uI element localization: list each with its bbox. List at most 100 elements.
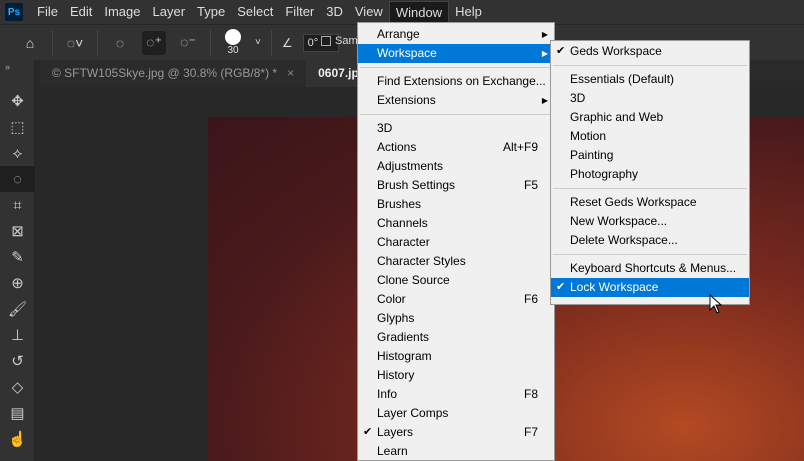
menu-filter[interactable]: Filter [279,1,320,23]
menu-item-3d[interactable]: 3D [551,89,749,108]
menu-item-label: Extensions [377,93,436,107]
crop-tool-icon[interactable]: ⌗ [0,192,35,218]
menu-item-label: Arrange [377,27,420,41]
menu-item-motion[interactable]: Motion [551,127,749,146]
menu-item-label: Delete Workspace... [570,233,678,247]
menu-item-label: Gradients [377,330,430,344]
menu-item-histogram[interactable]: Histogram [358,347,554,366]
menu-item-gradients[interactable]: Gradients [358,328,554,347]
menu-item-delete-workspace[interactable]: Delete Workspace... [551,231,749,250]
menu-item-3d[interactable]: 3D [358,119,554,138]
tab-document-1[interactable]: © SFTW105Skye.jpg @ 30.8% (RGB/8*) * × [40,60,307,87]
menu-item-find-extensions-on-exchange[interactable]: Find Extensions on Exchange... [358,72,554,91]
menu-item-workspace[interactable]: Workspace ▶ [358,44,554,63]
menu-item-glyphs[interactable]: Glyphs [358,309,554,328]
eraser-tool-icon[interactable]: ◇ [0,374,35,400]
menu-item-geds-workspace[interactable]: ✔ Geds Workspace [551,42,749,61]
menu-layer[interactable]: Layer [147,1,192,23]
menu-item-layer-comps[interactable]: Layer Comps [358,404,554,423]
gradient-tool-icon[interactable]: ▤ [0,400,35,426]
marquee-tool-icon[interactable]: ⬚ [0,114,35,140]
menu-item-label: Brush Settings [377,178,456,192]
menu-item-reset-geds-workspace[interactable]: Reset Geds Workspace [551,193,749,212]
menu-item-new-workspace[interactable]: New Workspace... [551,212,749,231]
chevron-down-icon[interactable]: ˅ [255,37,261,48]
menu-item-label: Photography [570,167,639,181]
quick-selection-tool-icon[interactable]: ◌ [0,166,35,192]
menu-3d[interactable]: 3D [320,1,349,23]
menu-file[interactable]: File [31,1,64,23]
menu-item-label: Clone Source [377,273,450,287]
menu-edit[interactable]: Edit [64,1,98,23]
menu-select[interactable]: Select [231,1,279,23]
menu-item-extensions[interactable]: Extensions ▶ [358,91,554,110]
menu-divider [553,254,747,255]
menu-item-learn[interactable]: Learn [358,442,554,461]
shortcut: F6 [523,292,538,306]
tool-preset-picker[interactable]: ◌˅ [63,31,87,55]
menu-item-color[interactable]: Color F6 [358,290,554,309]
home-icon[interactable]: ⌂ [18,31,42,55]
menu-item-actions[interactable]: Actions Alt+F9 [358,138,554,157]
healing-brush-tool-icon[interactable]: ⊕ [0,270,35,296]
divider [52,29,53,56]
menu-item-character[interactable]: Character [358,233,554,252]
checkmark-icon: ✔ [363,426,373,438]
tools-panel: » ✥ ⬚ ⟡ ◌ ⌗ ⊠ ✎ ⊕ 🖌 ⊥ ↺ ◇ ▤ ☝ [0,60,35,461]
menu-item-graphic-and-web[interactable]: Graphic and Web [551,108,749,127]
tab-label: © SFTW105Skye.jpg @ 30.8% (RGB/8*) * [52,66,278,80]
clone-stamp-tool-icon[interactable]: ⊥ [0,322,35,348]
menu-item-history[interactable]: History [358,366,554,385]
menu-item-label: 3D [570,91,586,105]
menu-type[interactable]: Type [191,1,231,23]
menu-item-label: Layers [377,425,414,439]
lasso-tool-icon[interactable]: ⟡ [0,140,35,166]
eyedropper-tool-icon[interactable]: ✎ [0,244,35,270]
menu-item-arrange[interactable]: Arrange ▶ [358,25,554,44]
frame-tool-icon[interactable]: ⊠ [0,218,35,244]
menu-item-clone-source[interactable]: Clone Source [358,271,554,290]
menu-item-keyboard-shortcuts-menus[interactable]: Keyboard Shortcuts & Menus... [551,259,749,278]
menu-item-adjustments[interactable]: Adjustments [358,157,554,176]
brush-tool-icon[interactable]: 🖌 [0,296,35,322]
close-icon[interactable]: × [287,66,294,80]
menu-item-brush-settings[interactable]: Brush Settings F5 [358,176,554,195]
menu-image[interactable]: Image [98,1,146,23]
menu-item-channels[interactable]: Channels [358,214,554,233]
sample-label: Sam [335,35,358,47]
sample-all-layers-checkbox[interactable]: Sam [321,35,358,47]
workspace-submenu: ✔ Geds Workspace Essentials (Default) 3D Gra… [550,40,750,305]
shortcut: F8 [523,387,538,401]
menu-item-label: Essentials (Default) [570,72,675,86]
submenu-arrow-icon: ▶ [541,30,548,39]
collapse-icon[interactable]: » [0,60,34,88]
menu-item-character-styles[interactable]: Character Styles [358,252,554,271]
menu-item-layers[interactable]: ✔ Layers F7 [358,423,554,442]
menu-item-brushes[interactable]: Brushes [358,195,554,214]
divider [97,29,98,56]
history-brush-tool-icon[interactable]: ↺ [0,348,35,374]
menu-item-photography[interactable]: Photography [551,165,749,184]
new-selection-button[interactable]: ◌ [108,31,132,55]
shortcut: F5 [523,178,538,192]
menu-view[interactable]: View [349,1,389,23]
menu-item-essentials-default[interactable]: Essentials (Default) [551,70,749,89]
menu-divider [360,67,552,68]
brush-picker[interactable]: 30 [221,29,245,56]
subtract-from-selection-button[interactable]: ◌⁻ [176,31,200,55]
add-to-selection-button[interactable]: ◌⁺ [142,30,166,55]
menu-item-label: History [377,368,415,382]
menu-item-label: Brushes [377,197,422,211]
smudge-tool-icon[interactable]: ☝ [0,426,35,452]
menu-item-label: Graphic and Web [570,110,664,124]
menu-item-label: Channels [377,216,428,230]
move-tool-icon[interactable]: ✥ [0,88,35,114]
divider [270,29,272,56]
menu-bar: Ps File Edit Image Layer Type Select Filter 3D V… [0,0,804,24]
menu-help[interactable]: Help [449,1,488,23]
menu-window[interactable]: Window [388,1,450,23]
menu-item-info[interactable]: Info F8 [358,385,554,404]
menu-item-painting[interactable]: Painting [551,146,749,165]
angle-icon: ∠ [281,35,293,50]
brush-preview-icon [225,29,241,45]
